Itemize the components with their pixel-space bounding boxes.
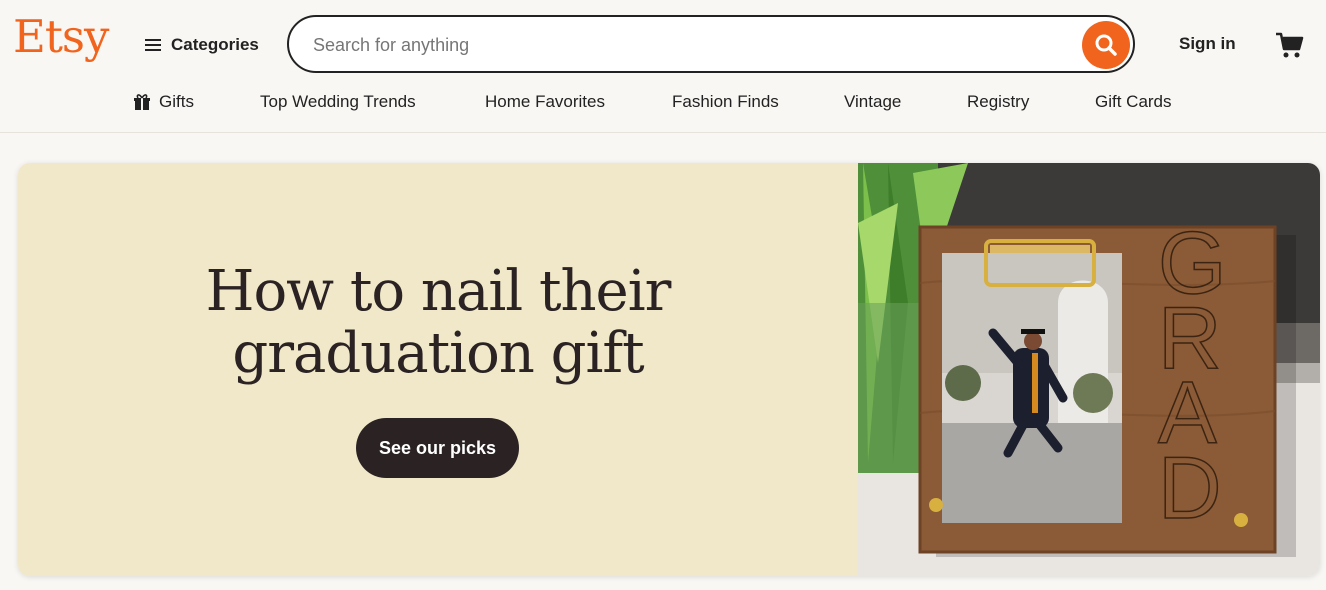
cart-icon xyxy=(1276,32,1304,58)
nav-item-top-wedding-trends[interactable]: Top Wedding Trends xyxy=(260,92,416,112)
sign-in-link[interactable]: Sign in xyxy=(1179,34,1236,54)
hero-title: How to nail their graduation gift xyxy=(18,261,858,385)
search-icon xyxy=(1095,34,1117,56)
nav-item-label: Gifts xyxy=(159,92,194,111)
nav-item-gifts[interactable]: Gifts xyxy=(133,92,194,112)
hero-banner: How to nail their graduation gift See ou… xyxy=(18,163,1320,576)
see-our-picks-button[interactable]: See our picks xyxy=(356,418,519,478)
category-nav: Gifts Top Wedding Trends Home Favorites … xyxy=(0,90,1326,116)
nav-item-gift-cards[interactable]: Gift Cards xyxy=(1095,92,1172,112)
hamburger-icon xyxy=(145,38,161,52)
categories-button[interactable]: Categories xyxy=(145,33,259,57)
search-bar xyxy=(287,15,1135,73)
hero-title-line-2: graduation gift xyxy=(232,321,644,386)
graduation-frame-photo: G R A D xyxy=(858,163,1320,576)
gift-icon xyxy=(134,94,150,110)
nav-item-registry[interactable]: Registry xyxy=(967,92,1029,112)
nav-item-home-favorites[interactable]: Home Favorites xyxy=(485,92,605,112)
nav-item-fashion-finds[interactable]: Fashion Finds xyxy=(672,92,779,112)
cart-button[interactable] xyxy=(1274,30,1304,60)
hero-image[interactable]: G R A D xyxy=(858,163,1320,576)
etsy-logo[interactable]: Etsy xyxy=(13,14,109,59)
search-input[interactable] xyxy=(311,29,1075,61)
svg-text:D: D xyxy=(1158,438,1222,537)
hero-text-panel: How to nail their graduation gift See ou… xyxy=(18,163,858,576)
hero-title-line-1: How to nail their xyxy=(205,259,672,324)
site-header: Etsy Categories Sign in xyxy=(0,0,1326,133)
categories-label: Categories xyxy=(171,35,259,54)
search-button[interactable] xyxy=(1082,21,1130,69)
nav-item-vintage[interactable]: Vintage xyxy=(844,92,901,112)
